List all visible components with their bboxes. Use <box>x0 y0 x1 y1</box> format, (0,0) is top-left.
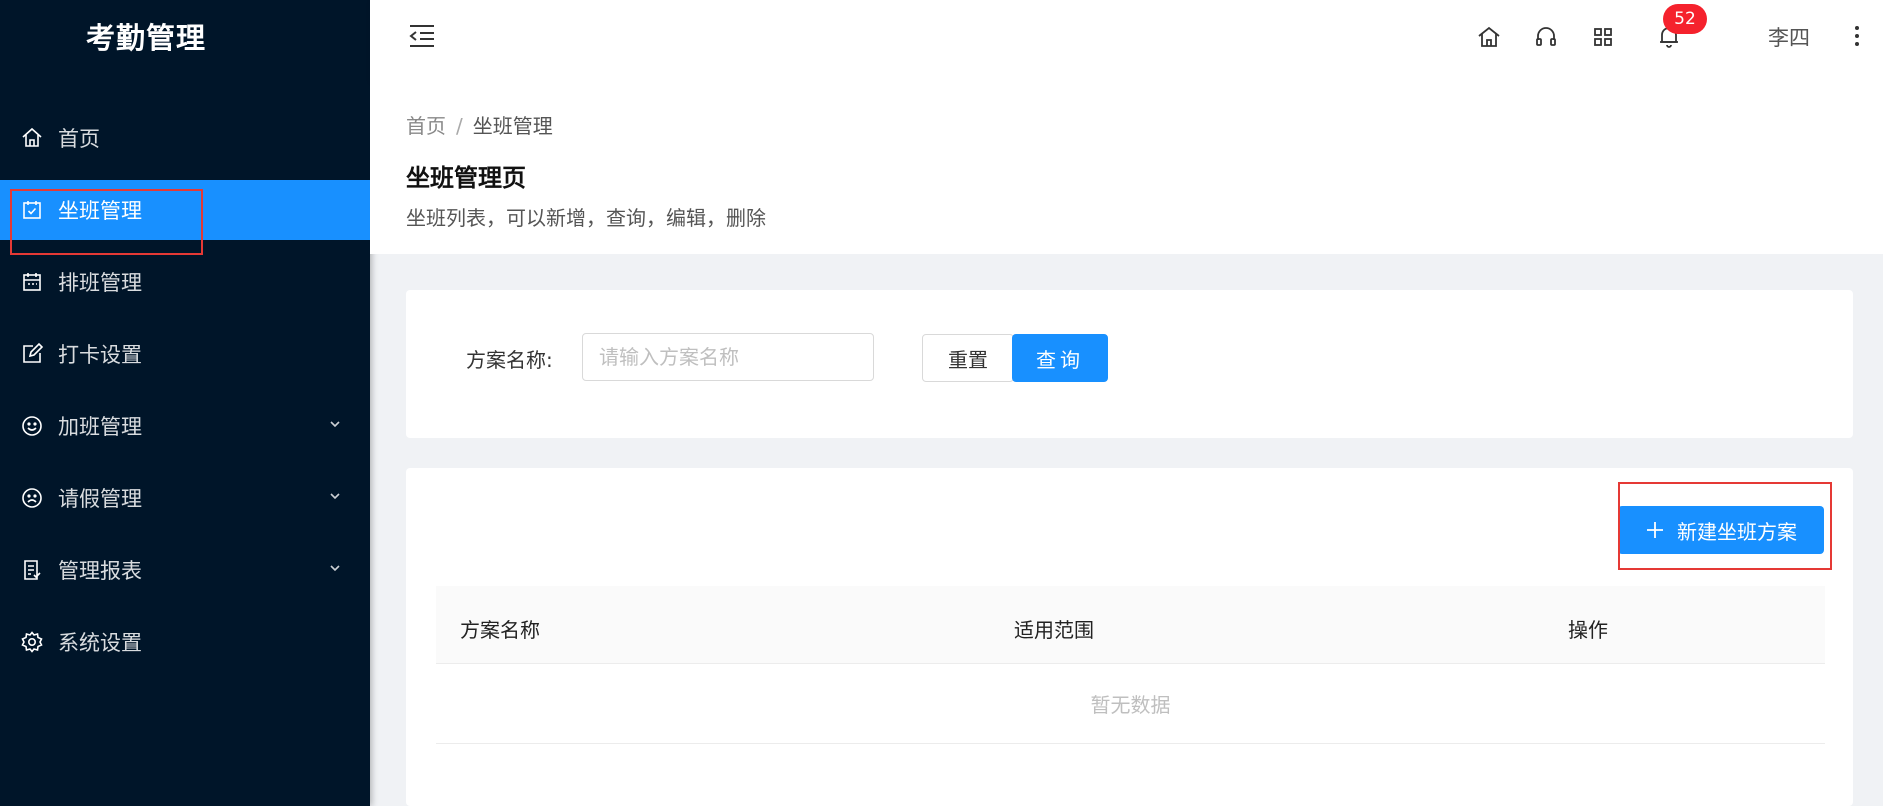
plan-name-input[interactable] <box>582 333 874 381</box>
sidebar-item-label: 系统设置 <box>58 631 142 655</box>
page-description: 坐班列表，可以新增，查询，编辑，删除 <box>406 206 766 230</box>
query-button[interactable]: 查询 <box>1012 334 1108 382</box>
headset-icon[interactable] <box>1533 24 1559 50</box>
user-name[interactable]: 李四 <box>1768 22 1810 52</box>
apps-grid-icon[interactable] <box>1590 24 1616 50</box>
chevron-down-icon <box>330 565 340 572</box>
sidebar: 考勤管理 首页 坐班管理 排班管理 打卡设置 加班管理 请假管理 管理报表 系统… <box>0 0 370 806</box>
sidebar-item-scheduling[interactable]: 排班管理 <box>0 252 370 312</box>
sidebar-item-overtime[interactable]: 加班管理 <box>0 396 370 456</box>
breadcrumb: 首页 / 坐班管理 <box>406 110 553 139</box>
new-plan-button[interactable]: 新建坐班方案 <box>1618 506 1824 554</box>
home-icon[interactable] <box>1476 24 1502 50</box>
table-empty-state: 暂无数据 <box>436 664 1825 744</box>
sidebar-item-label: 首页 <box>58 127 100 151</box>
top-header: 52 李四 <box>370 0 1883 82</box>
report-icon <box>20 558 44 582</box>
column-header-plan-name: 方案名称 <box>460 618 540 642</box>
page-title: 坐班管理页 <box>406 164 526 192</box>
chevron-down-icon <box>330 493 340 500</box>
app-logo-title: 考勤管理 <box>86 21 207 55</box>
menu-fold-icon[interactable] <box>406 20 438 52</box>
sidebar-item-reports[interactable]: 管理报表 <box>0 540 370 600</box>
sidebar-menu: 首页 坐班管理 排班管理 打卡设置 加班管理 请假管理 管理报表 系统设置 <box>0 108 370 684</box>
column-header-actions: 操作 <box>1568 618 1608 642</box>
sidebar-item-label: 管理报表 <box>58 559 142 583</box>
breadcrumb-current: 坐班管理 <box>472 114 553 138</box>
notification-badge: 52 <box>1663 4 1707 34</box>
plans-table: 方案名称 适用范围 操作 暂无数据 <box>436 586 1825 744</box>
home-icon <box>20 126 44 150</box>
edit-icon <box>20 342 44 366</box>
search-card: 方案名称: 重置 查询 <box>406 290 1853 438</box>
frown-icon <box>20 486 44 510</box>
sidebar-item-label: 请假管理 <box>58 487 142 511</box>
table-header: 方案名称 适用范围 操作 <box>436 586 1825 664</box>
smile-icon <box>20 414 44 438</box>
page-header: 首页 / 坐班管理 坐班管理页 坐班列表，可以新增，查询，编辑，删除 <box>370 82 1883 254</box>
calendar-icon <box>20 270 44 294</box>
breadcrumb-home[interactable]: 首页 <box>406 114 446 138</box>
sidebar-item-leave[interactable]: 请假管理 <box>0 468 370 528</box>
new-plan-button-label: 新建坐班方案 <box>1677 519 1797 544</box>
table-card: 新建坐班方案 方案名称 适用范围 操作 暂无数据 <box>406 468 1853 806</box>
plan-name-label: 方案名称: <box>466 348 553 372</box>
sidebar-item-label: 排班管理 <box>58 271 142 295</box>
plus-icon <box>1647 522 1663 538</box>
chevron-down-icon <box>330 421 340 428</box>
more-vertical-icon[interactable] <box>1850 22 1864 50</box>
sidebar-item-system-settings[interactable]: 系统设置 <box>0 612 370 672</box>
calendar-check-icon <box>20 198 44 222</box>
reset-button[interactable]: 重置 <box>922 334 1014 382</box>
sidebar-item-label: 加班管理 <box>58 415 142 439</box>
column-header-scope: 适用范围 <box>1014 618 1094 642</box>
breadcrumb-separator: / <box>456 114 463 138</box>
sidebar-item-label: 打卡设置 <box>58 343 142 367</box>
gear-icon <box>20 630 44 654</box>
sidebar-item-home[interactable]: 首页 <box>0 108 370 168</box>
sidebar-item-clock-settings[interactable]: 打卡设置 <box>0 324 370 384</box>
sidebar-item-label: 坐班管理 <box>58 199 142 223</box>
sidebar-item-attendance[interactable]: 坐班管理 <box>0 180 370 240</box>
